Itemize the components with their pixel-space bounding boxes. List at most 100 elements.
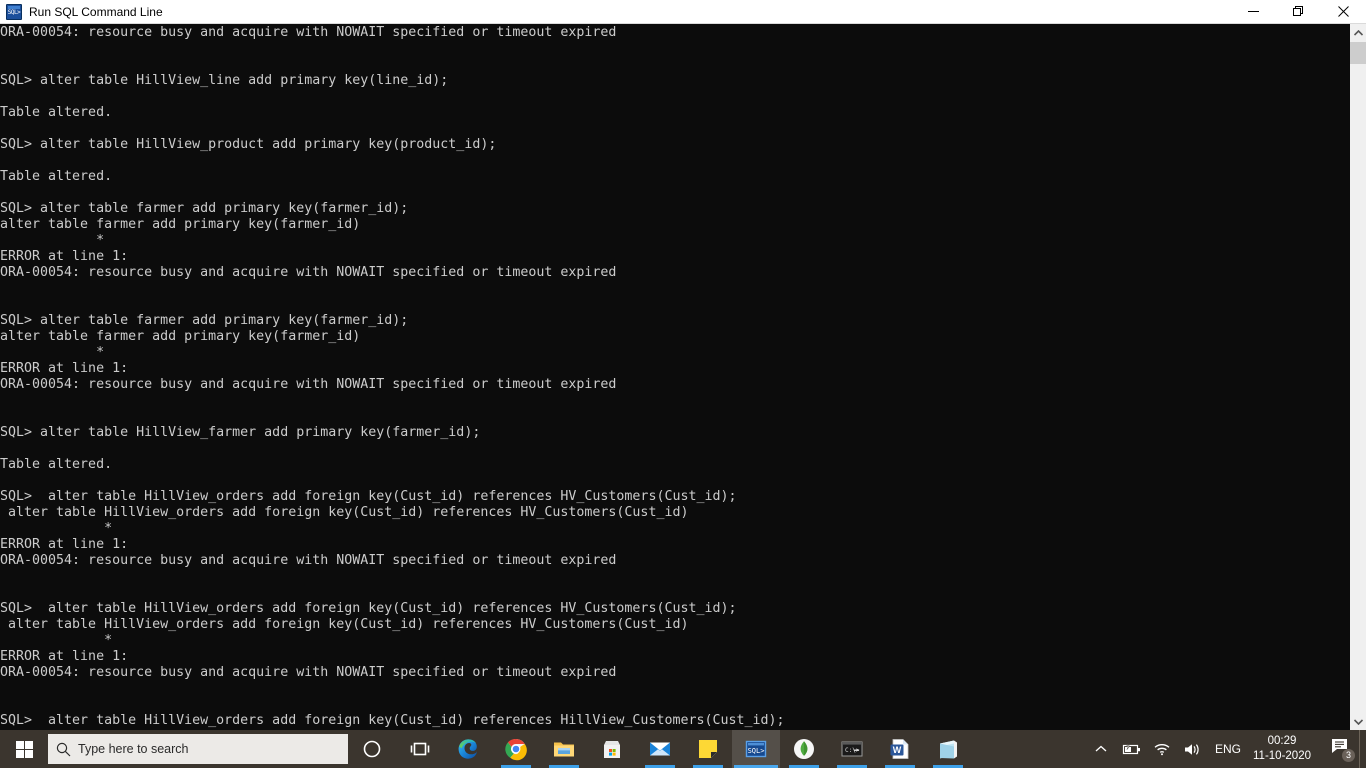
console-line: SQL> alter table farmer add primary key(… xyxy=(0,201,409,216)
console-line: SQL> alter table HillView_farmer add pri… xyxy=(0,425,481,440)
console-line: alter table HillView_orders add foreign … xyxy=(0,505,689,520)
windows-taskbar: Type here to search SQL> C:\> W ENG 00:2… xyxy=(0,730,1366,768)
taskbar-item-google-chrome[interactable] xyxy=(492,730,540,768)
console-line: ERROR at line 1: xyxy=(0,537,129,552)
taskbar-item-microsoft-word[interactable]: W xyxy=(876,730,924,768)
mongodb-compass-icon xyxy=(792,737,816,761)
sql-app-icon-label: SQL> xyxy=(7,8,21,16)
console-line: ORA-00054: resource busy and acquire wit… xyxy=(0,665,617,680)
taskbar-item-cortana[interactable] xyxy=(348,730,396,768)
console-line: ORA-00054: resource busy and acquire wit… xyxy=(0,377,617,392)
console-line: Table altered. xyxy=(0,105,113,120)
speaker-icon[interactable] xyxy=(1177,730,1207,768)
search-placeholder: Type here to search xyxy=(78,742,189,756)
console-line: ORA-00054: resource busy and acquire wit… xyxy=(0,553,617,568)
taskbar-item-task-view[interactable] xyxy=(396,730,444,768)
console-line: SQL> alter table HillView_orders add for… xyxy=(0,713,785,728)
tray-overflow-button[interactable] xyxy=(1089,730,1113,768)
input-language-indicator[interactable]: ENG xyxy=(1207,742,1249,756)
mail-icon xyxy=(648,737,672,761)
scrollbar-track[interactable] xyxy=(1350,64,1366,713)
sql-command-line-icon: SQL> xyxy=(744,737,768,761)
console-line: ERROR at line 1: xyxy=(0,249,129,264)
console-line: * xyxy=(0,633,113,648)
clock-date: 11-10-2020 xyxy=(1253,750,1311,762)
notification-count-badge: 3 xyxy=(1342,749,1355,762)
scrollbar-up-arrow[interactable] xyxy=(1350,24,1366,41)
taskbar-items: SQL> C:\> W xyxy=(348,730,972,768)
taskbar-item-microsoft-store[interactable] xyxy=(588,730,636,768)
console-line: ORA-00054: resource busy and acquire wit… xyxy=(0,25,617,40)
microsoft-store-icon xyxy=(600,737,624,761)
action-center-button[interactable]: 3 xyxy=(1321,730,1359,768)
battery-charging-icon[interactable] xyxy=(1113,730,1147,768)
command-prompt-icon: C:\> xyxy=(840,737,864,761)
sql-command-line-window: SQL> Run SQL Command Line ORA-00054: res… xyxy=(0,0,1366,730)
system-tray: ENG 00:29 11-10-2020 3 xyxy=(1089,730,1366,768)
console-line: alter table farmer add primary key(farme… xyxy=(0,217,361,232)
taskbar-item-sticky-notes[interactable] xyxy=(684,730,732,768)
taskbar-item-sql-command-line[interactable]: SQL> xyxy=(732,730,780,768)
start-button[interactable] xyxy=(0,730,48,768)
console-line: SQL> alter table HillView_orders add for… xyxy=(0,489,737,504)
console-line: * xyxy=(0,345,105,360)
console-line: * xyxy=(0,233,105,248)
microsoft-word-icon: W xyxy=(888,737,912,761)
taskbar-item-microsoft-edge[interactable] xyxy=(444,730,492,768)
window-title: Run SQL Command Line xyxy=(29,4,163,19)
taskbar-item-mongodb-compass[interactable] xyxy=(780,730,828,768)
console-line: Table altered. xyxy=(0,457,113,472)
restore-button[interactable] xyxy=(1276,0,1321,23)
window-titlebar[interactable]: SQL> Run SQL Command Line xyxy=(0,0,1366,24)
minimize-button[interactable] xyxy=(1231,0,1276,23)
console-line: alter table farmer add primary key(farme… xyxy=(0,329,361,344)
google-chrome-icon xyxy=(504,737,528,761)
windows-logo-icon xyxy=(15,740,33,758)
console-line: SQL> alter table HillView_product add pr… xyxy=(0,137,497,152)
notepad-icon xyxy=(936,737,960,761)
console-line: SQL> alter table HillView_line add prima… xyxy=(0,73,449,88)
window-controls xyxy=(1231,0,1366,23)
console-line: * xyxy=(0,521,113,536)
close-button[interactable] xyxy=(1321,0,1366,23)
console-area: ORA-00054: resource busy and acquire wit… xyxy=(0,24,1366,730)
clock[interactable]: 00:29 11-10-2020 xyxy=(1249,734,1321,764)
console-line: SQL> alter table HillView_orders add for… xyxy=(0,601,737,616)
console-line: ORA-00054: resource busy and acquire wit… xyxy=(0,265,617,280)
sticky-notes-icon xyxy=(696,737,720,761)
console-line: alter table HillView_orders add foreign … xyxy=(0,617,689,632)
taskbar-item-command-prompt[interactable]: C:\> xyxy=(828,730,876,768)
vertical-scrollbar[interactable] xyxy=(1349,24,1366,730)
cortana-icon xyxy=(360,737,384,761)
desktop-screen: SQL> Run SQL Command Line ORA-00054: res… xyxy=(0,0,1366,768)
wifi-icon[interactable] xyxy=(1147,730,1177,768)
svg-text:W: W xyxy=(893,745,902,755)
scrollbar-down-arrow[interactable] xyxy=(1350,713,1366,730)
taskbar-item-notepad[interactable] xyxy=(924,730,972,768)
svg-text:SQL>: SQL> xyxy=(748,747,765,755)
microsoft-edge-icon xyxy=(456,737,480,761)
show-desktop-button[interactable] xyxy=(1359,730,1366,768)
console-line: SQL> alter table farmer add primary key(… xyxy=(0,313,409,328)
console-output[interactable]: ORA-00054: resource busy and acquire wit… xyxy=(0,24,1349,730)
console-line: ERROR at line 1: xyxy=(0,361,129,376)
taskbar-item-file-explorer[interactable] xyxy=(540,730,588,768)
search-input[interactable]: Type here to search xyxy=(48,734,348,764)
scrollbar-thumb[interactable] xyxy=(1350,42,1366,64)
taskbar-item-mail[interactable] xyxy=(636,730,684,768)
